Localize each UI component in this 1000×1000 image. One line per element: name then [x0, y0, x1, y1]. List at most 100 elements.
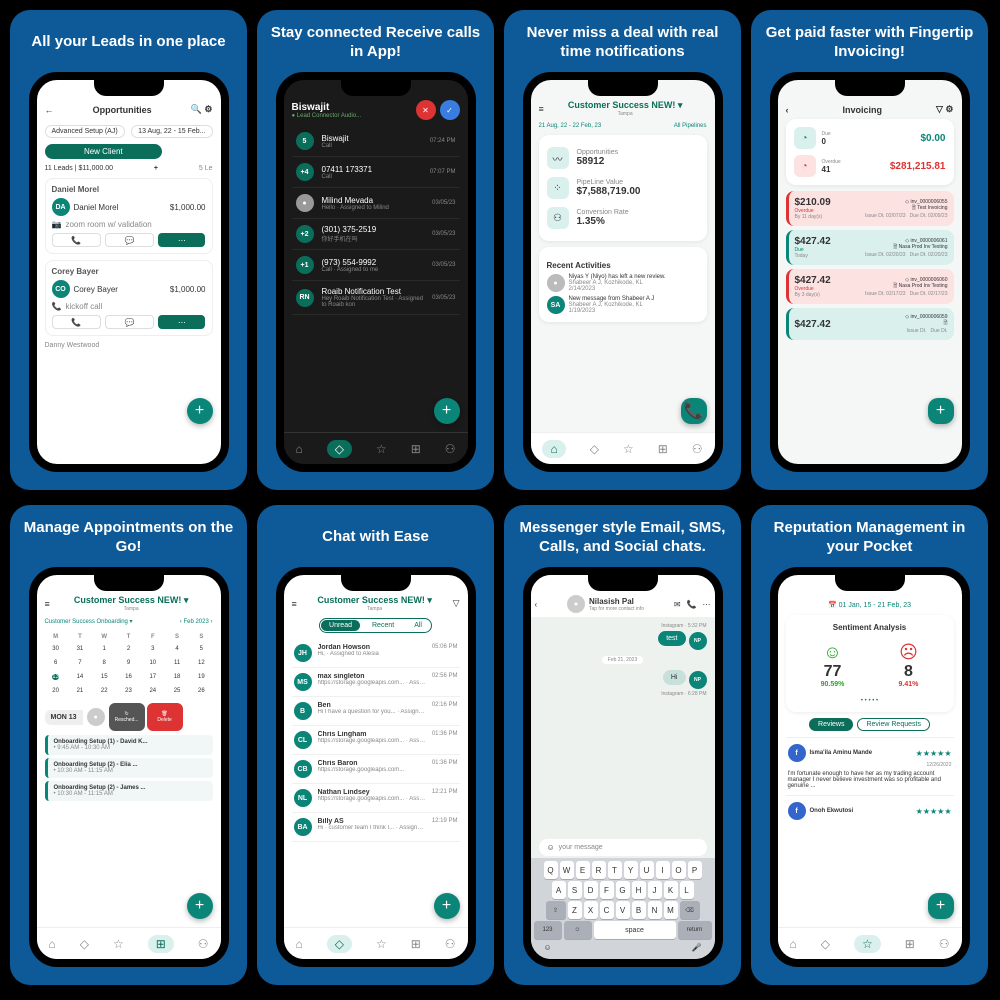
fab-add[interactable]: + — [187, 893, 213, 919]
call-button[interactable]: 📞 — [52, 233, 101, 247]
calendar-date[interactable]: 9 — [117, 657, 139, 669]
email-icon[interactable]: ✉ — [674, 600, 681, 609]
nav-star-icon[interactable]: ☆ — [376, 937, 387, 951]
nav-star-icon[interactable]: ☆ — [854, 935, 881, 953]
nav-profile-icon[interactable]: ⚇ — [445, 442, 456, 456]
search-icon[interactable]: 🔍 — [191, 104, 202, 114]
call-item[interactable]: RNRoaib Notification TestHey Roaib Notif… — [292, 281, 460, 315]
calendar-date[interactable]: 24 — [142, 685, 164, 697]
keyboard[interactable]: QWERTYUIOP ASDFGHJKL ⇧ZXCVBNM⌫ 123 ☺ spa… — [531, 858, 715, 959]
chat-button[interactable]: 💬 — [105, 233, 154, 247]
account-dropdown[interactable]: Customer Success NEW! ▾ — [568, 100, 683, 111]
delete-button[interactable]: 🗑Delete — [147, 703, 183, 731]
filter-account[interactable]: Advanced Setup (AJ) — [45, 125, 125, 138]
appointment-item[interactable]: Onboarding Setup (2) - James ...• 10:30 … — [45, 781, 213, 801]
key-g[interactable]: G — [616, 881, 630, 899]
key-v[interactable]: V — [616, 901, 630, 919]
key-o[interactable]: O — [672, 861, 686, 879]
calendar-date[interactable]: 7 — [69, 657, 91, 669]
calendar-date[interactable]: 25 — [166, 685, 188, 697]
call-button[interactable]: 📞 — [52, 315, 101, 329]
invoice-card[interactable]: $427.42DueToday◇ inv_0000006061🗎 Nasa Pr… — [786, 230, 954, 265]
key-x[interactable]: X — [584, 901, 598, 919]
key-return[interactable]: return — [678, 921, 712, 939]
calendar-date[interactable]: 13 — [45, 671, 67, 683]
nav-star-icon[interactable]: ☆ — [113, 937, 124, 951]
nav-chat-icon[interactable]: ◇ — [590, 442, 599, 456]
call-item[interactable]: ●Milind MevadaHello · Assigned to Milind… — [292, 188, 460, 219]
settings-icon[interactable]: ⚙ — [204, 104, 212, 114]
tab-unread[interactable]: Unread — [321, 620, 360, 631]
more-button[interactable]: ⋯ — [158, 233, 205, 247]
calendar-date[interactable]: 11 — [166, 657, 188, 669]
nav-star-icon[interactable]: ☆ — [376, 442, 387, 456]
nav-profile-icon[interactable]: ⚇ — [939, 937, 950, 951]
nav-calendar-icon[interactable]: ⊞ — [905, 937, 915, 951]
key-y[interactable]: Y — [624, 861, 638, 879]
key-w[interactable]: W — [560, 861, 574, 879]
key-⌫[interactable]: ⌫ — [680, 901, 700, 919]
pipeline-filter[interactable]: All Pipelines — [674, 123, 707, 129]
calendar-date[interactable]: 30 — [45, 643, 67, 655]
key-l[interactable]: L — [680, 881, 694, 899]
key-u[interactable]: U — [640, 861, 654, 879]
review-item[interactable]: fIsma'ila Aminu Mande★★★★★ 12/26/2022 I'… — [786, 737, 954, 795]
fab-add[interactable]: + — [434, 398, 460, 424]
calendar-date[interactable]: 23 — [117, 685, 139, 697]
nav-calendar-icon[interactable]: ⊞ — [411, 442, 421, 456]
filter-date[interactable]: 13 Aug, 22 - 15 Feb... — [131, 125, 212, 138]
invoice-card[interactable]: $210.09OverdueBy 11 day(s)◇ inv_00000060… — [786, 191, 954, 226]
appointment-item[interactable]: Onboarding Setup (1) - David K...• 9:45 … — [45, 735, 213, 755]
nav-chat-icon[interactable]: ◇ — [327, 935, 352, 953]
review-item[interactable]: fOnoh Ekwutosi★★★★★ — [786, 795, 954, 826]
key-r[interactable]: R — [592, 861, 606, 879]
nav-chat-icon[interactable]: ◇ — [327, 440, 352, 458]
calendar-date[interactable]: 16 — [117, 671, 139, 683]
chat-item[interactable]: NLNathan Lindseyhttps://storage.googleap… — [292, 784, 460, 813]
nav-calendar-icon[interactable]: ⊞ — [148, 935, 174, 953]
invoice-card[interactable]: $427.42◇ inv_0000006059🗎 Issue Dt. Due D… — [786, 308, 954, 340]
key-k[interactable]: K — [664, 881, 678, 899]
key-space[interactable]: space — [594, 921, 676, 939]
calendar-date[interactable]: 31 — [69, 643, 91, 655]
fab-add[interactable]: + — [434, 893, 460, 919]
chat-item[interactable]: MSmax singletonhttps://storage.googleapi… — [292, 668, 460, 697]
fab-add[interactable]: + — [187, 398, 213, 424]
nav-home-icon[interactable]: ⌂ — [295, 442, 302, 456]
key-q[interactable]: Q — [544, 861, 558, 879]
key-s[interactable]: S — [568, 881, 582, 899]
calendar-date[interactable]: 26 — [190, 685, 212, 697]
key-d[interactable]: D — [584, 881, 598, 899]
account-dropdown[interactable]: Customer Success NEW! ▾ — [74, 595, 189, 606]
key-i[interactable]: I — [656, 861, 670, 879]
key-123[interactable]: 123 — [534, 921, 562, 939]
account-dropdown[interactable]: Customer Success NEW! ▾ — [317, 595, 432, 606]
nav-calendar-icon[interactable]: ⊞ — [411, 937, 421, 951]
chat-item[interactable]: BABilly ASHi · customer team I think I..… — [292, 813, 460, 842]
back-icon[interactable]: ‹ — [786, 105, 789, 115]
key-a[interactable]: A — [552, 881, 566, 899]
fab-call[interactable]: 📞 — [681, 398, 707, 424]
more-icon[interactable]: ⋯ — [703, 600, 711, 609]
nav-chat-icon[interactable]: ◇ — [821, 937, 830, 951]
calendar-date[interactable]: 1 — [93, 643, 115, 655]
call-item[interactable]: +1(973) 554-9992Call · Assigned to me03/… — [292, 250, 460, 281]
calendar-date[interactable]: 17 — [142, 671, 164, 683]
key-n[interactable]: N — [648, 901, 662, 919]
tab-new-client[interactable]: New Client — [45, 144, 163, 159]
keyboard-emoji-icon[interactable]: ☺ — [544, 943, 552, 952]
settings-icon[interactable]: ⚙ — [945, 104, 953, 114]
tab-all[interactable]: All — [406, 620, 430, 631]
call-item[interactable]: 5BiswajitCall07:24 PM — [292, 126, 460, 157]
calendar-date[interactable]: 15 — [93, 671, 115, 683]
tab-recent[interactable]: Recent — [364, 620, 402, 631]
key-t[interactable]: T — [608, 861, 622, 879]
fab-add[interactable]: + — [928, 893, 954, 919]
calendar-date[interactable]: 8 — [93, 657, 115, 669]
nav-star-icon[interactable]: ☆ — [623, 442, 634, 456]
chat-item[interactable]: JHJordan HowsonHi, · Assigned to Alesia0… — [292, 639, 460, 668]
nav-home-icon[interactable]: ⌂ — [295, 937, 302, 951]
back-icon[interactable]: ← — [45, 105, 54, 115]
add-lead-button[interactable]: + — [154, 165, 158, 172]
key-e[interactable]: E — [576, 861, 590, 879]
